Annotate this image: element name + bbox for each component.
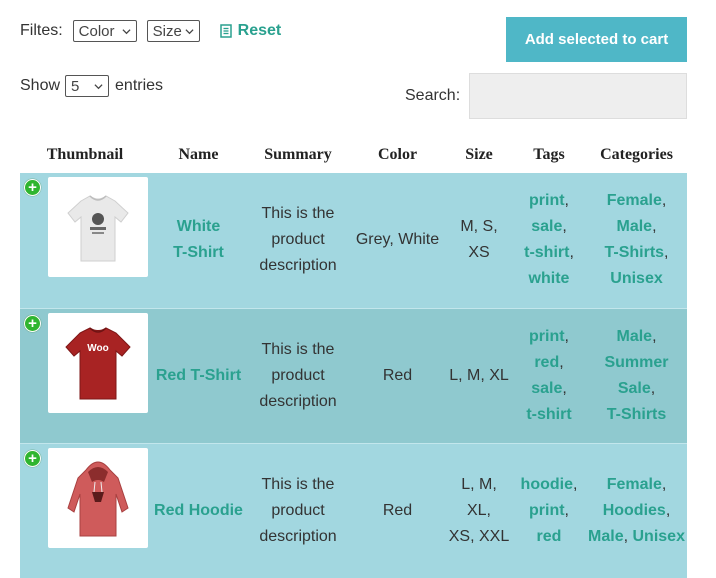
search-input[interactable] — [469, 73, 688, 119]
tag-link[interactable]: print — [529, 502, 565, 519]
category-link[interactable]: Unisex — [633, 528, 685, 545]
products-table: Thumbnail Name Summary Color Size Tags C… — [20, 137, 687, 578]
product-name-link[interactable]: Red Hoodie — [154, 498, 243, 524]
tag-link[interactable]: print — [529, 328, 565, 345]
header-summary[interactable]: Summary — [247, 137, 349, 173]
chevron-down-icon — [185, 29, 194, 35]
tags-cell: print, red, sale, t-shirt — [512, 307, 586, 443]
tag-link[interactable]: hoodie — [521, 476, 573, 493]
summary-cell: This is the product description — [247, 442, 349, 578]
search-box: Search: — [405, 73, 688, 119]
tag-link[interactable]: t-shirt — [524, 244, 569, 261]
table-row: + White T-Shirt This is the product desc… — [20, 173, 687, 308]
color-cell: Red — [349, 442, 446, 578]
category-link[interactable]: Male — [588, 528, 624, 545]
table-row: + Woo Red T-Shirt This is the product desc… — [20, 307, 687, 443]
product-name-link[interactable]: White T-Shirt — [173, 214, 224, 266]
category-link[interactable]: Male — [616, 328, 652, 345]
tags-cell: print, sale, t-shirt, white — [524, 192, 574, 288]
category-link[interactable]: Summer — [604, 354, 668, 371]
category-link[interactable]: T-Shirts — [604, 244, 664, 261]
tag-link[interactable]: sale — [531, 380, 562, 397]
entries-per-page-select[interactable]: 5 — [65, 75, 110, 97]
color-cell: Red — [349, 307, 446, 443]
entries-per-page-value: 5 — [71, 78, 80, 95]
product-name-link[interactable]: Red T-Shirt — [156, 363, 241, 389]
color-cell: Grey, White — [355, 231, 440, 249]
name-cell: Red T-Shirt — [150, 307, 247, 443]
chevron-down-icon — [122, 29, 131, 35]
name-cell: Red Hoodie — [150, 442, 247, 578]
search-label: Search: — [405, 87, 461, 104]
grey-tshirt-image[interactable] — [48, 177, 148, 277]
show-prefix: Show — [20, 77, 61, 94]
color-filter-select[interactable]: Color — [72, 20, 137, 42]
tag-link[interactable]: white — [529, 270, 570, 287]
category-link[interactable]: T-Shirts — [607, 406, 667, 423]
table-row: + Red Hoodie This is the product descripti… — [20, 442, 687, 578]
thumbnail-cell: + — [20, 442, 150, 578]
summary-cell: This is the product description — [247, 307, 349, 443]
categories-cell: Female, Hoodies, Male, Unisex — [586, 442, 687, 578]
header-categories[interactable]: Categories — [586, 137, 687, 173]
tag-link[interactable]: red — [537, 528, 562, 545]
category-link[interactable]: Hoodies — [603, 502, 666, 519]
category-link[interactable]: Sale — [618, 380, 651, 397]
category-link[interactable]: Female — [607, 476, 662, 493]
tshirt-logo-text: Woo — [87, 343, 108, 354]
header-thumbnail[interactable]: Thumbnail — [20, 137, 150, 173]
size-filter-select[interactable]: Size — [146, 20, 200, 42]
size-filter-value: Size — [152, 23, 182, 40]
tag-link[interactable]: t-shirt — [526, 406, 571, 423]
header-size[interactable]: Size — [446, 137, 512, 173]
category-link[interactable]: Unisex — [610, 270, 662, 287]
reset-icon — [219, 24, 232, 38]
header-name[interactable]: Name — [150, 137, 247, 173]
add-row-icon[interactable]: + — [24, 449, 41, 467]
categories-cell: Male, Summer Sale, T-Shirts — [586, 307, 687, 443]
add-row-icon[interactable]: + — [24, 179, 41, 196]
add-selected-to-cart-button[interactable]: Add selected to cart — [506, 17, 687, 62]
header-tags[interactable]: Tags — [512, 137, 586, 173]
reset-filters-button[interactable]: Reset — [219, 22, 282, 40]
category-link[interactable]: Male — [616, 218, 652, 235]
tag-link[interactable]: red — [534, 354, 559, 371]
filters-bar: Filtes: Color Size Reset — [20, 18, 281, 44]
thumbnail-cell: + — [20, 173, 150, 308]
tag-link[interactable]: sale — [531, 218, 562, 235]
categories-cell: Female, Male, T-Shirts, Unisex — [604, 192, 669, 288]
table-header-row: Thumbnail Name Summary Color Size Tags C… — [20, 137, 687, 173]
red-hoodie-image[interactable] — [48, 447, 148, 548]
filters-label: Filtes: — [20, 22, 63, 39]
show-entries: Show 5 entries — [20, 73, 163, 99]
tags-cell: hoodie, print, red — [512, 442, 586, 578]
color-filter-value: Color — [78, 23, 115, 40]
size-cell: L, M, XL — [446, 307, 512, 443]
size-cell: M, S, XS — [460, 218, 498, 262]
show-suffix: entries — [115, 77, 164, 94]
add-row-icon[interactable]: + — [24, 314, 41, 332]
red-tshirt-image[interactable]: Woo — [48, 312, 148, 413]
tag-link[interactable]: print — [529, 192, 565, 209]
size-cell: L, M, XL, XS, XXL — [446, 442, 512, 578]
name-cell: White T-Shirt — [150, 173, 247, 308]
header-color[interactable]: Color — [349, 137, 446, 173]
chevron-down-icon — [94, 84, 103, 90]
summary-cell: This is the product description — [259, 205, 337, 275]
category-link[interactable]: Female — [607, 192, 662, 209]
reset-label: Reset — [237, 22, 282, 39]
thumbnail-cell: + Woo — [20, 307, 150, 443]
